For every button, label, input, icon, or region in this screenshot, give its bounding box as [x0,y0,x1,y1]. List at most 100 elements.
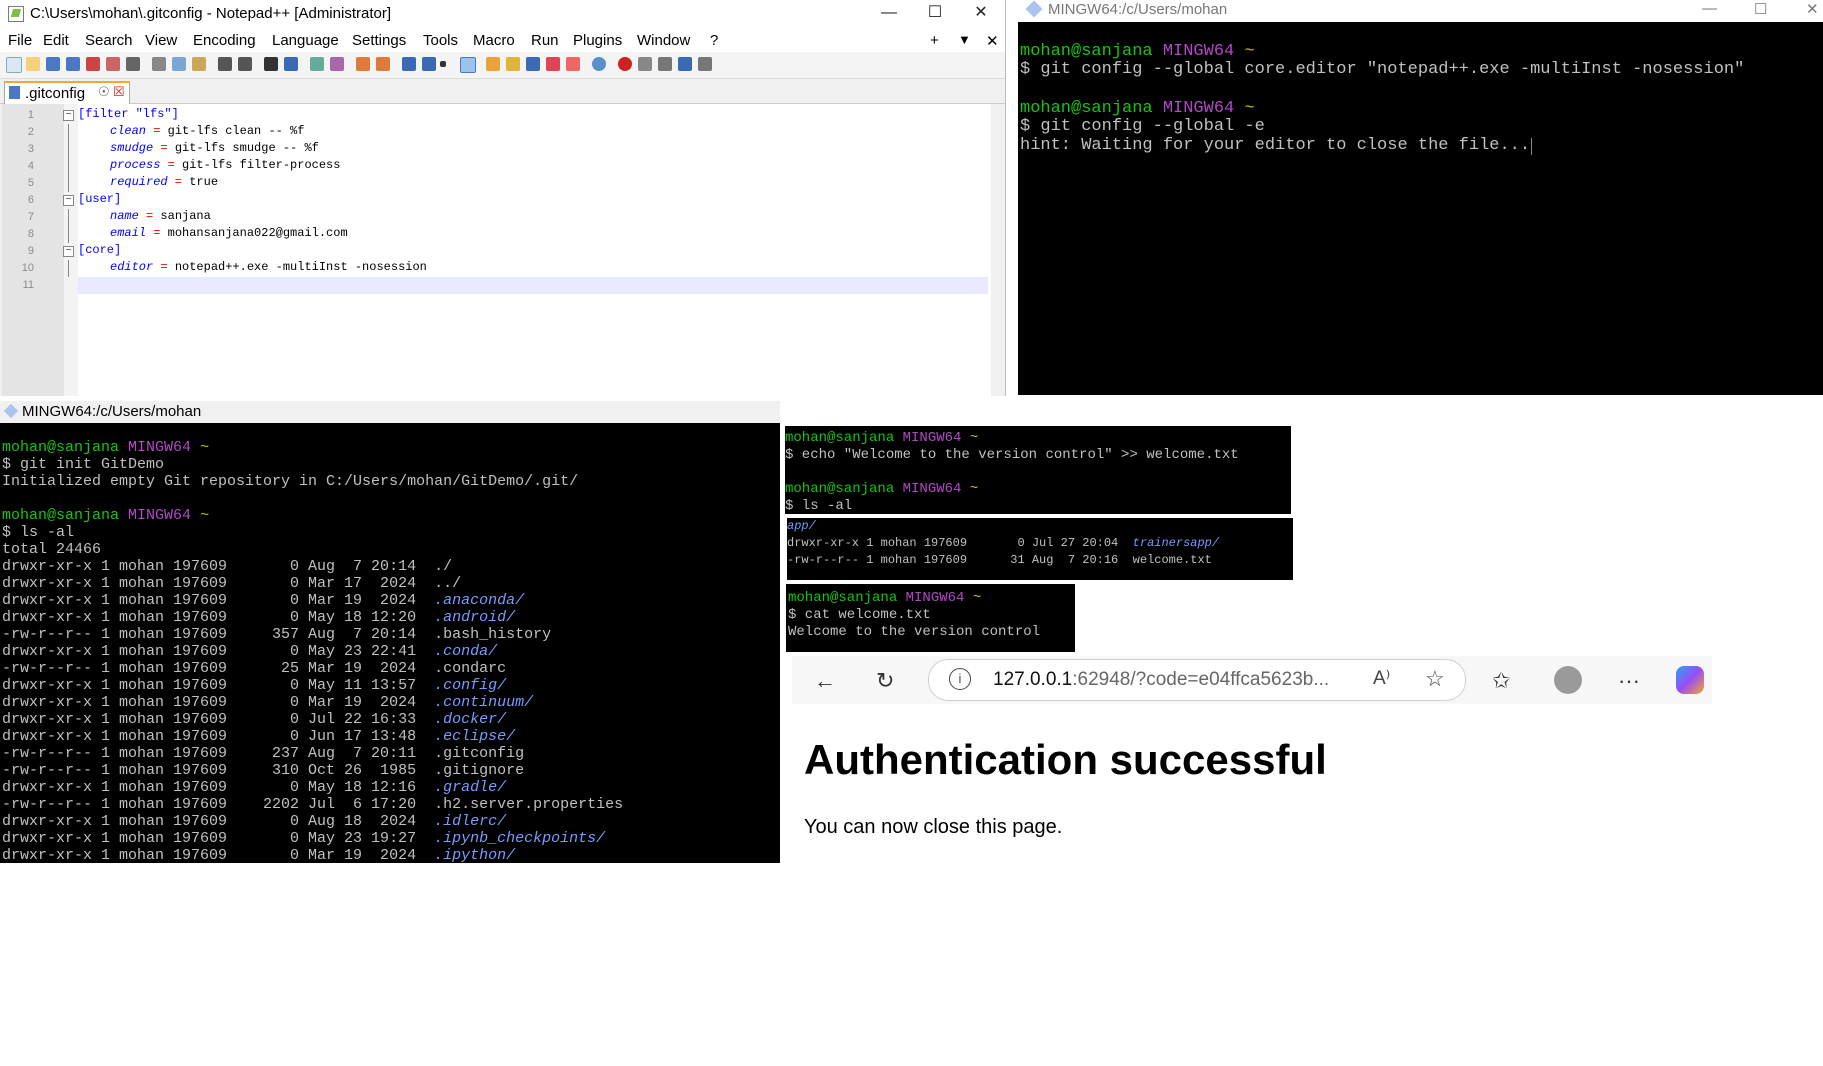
tab-close-icon[interactable]: ☒ [113,84,125,100]
menu-encoding[interactable]: Encoding [193,32,256,49]
info-icon[interactable]: i [949,668,971,690]
menu-search[interactable]: Search [85,32,133,49]
menu-view[interactable]: View [145,32,177,49]
back-icon[interactable]: ← [814,668,836,694]
mingw-icon [3,403,19,419]
listing-row: -rw-r--r-- 1 mohan 197609 2202 Jul 6 17:… [2,796,624,813]
folder-workspace-icon[interactable] [566,57,580,71]
mingw-icon [1025,0,1043,18]
profile-avatar-icon[interactable] [1554,666,1582,694]
copilot-icon[interactable] [1676,666,1704,694]
terminal-title: MINGW64:/c/Users/mohan [22,403,202,420]
run-macro-multiple-icon[interactable] [678,57,692,71]
tab-gitconfig[interactable]: .gitconfig ☉ ☒ [4,81,130,105]
menu-tools[interactable]: Tools [423,32,458,49]
fold-toggle-icon[interactable]: − [63,110,74,121]
terminal-console[interactable]: mohan@sanjana MINGW64 ~ $ git init GitDe… [0,423,780,864]
terminal-title: MINGW64:/c/Users/mohan [1048,1,1228,18]
paste-icon[interactable] [192,57,206,71]
tab-label: .gitconfig [25,85,86,102]
fold-line [68,141,69,158]
address-bar[interactable]: i 127.0.0.1:62948/?code=e04ffca5623b... … [928,659,1466,701]
code-line: smudge = git-lfs smudge -- %f [110,141,319,155]
sync-h-icon[interactable] [376,57,390,71]
print-icon[interactable] [126,57,140,71]
minimize-icon[interactable]: — [1702,0,1717,17]
maximize-icon[interactable]: ☐ [912,0,958,28]
redo-icon[interactable] [238,57,252,71]
line-number: 2 [27,126,34,138]
menu-edit[interactable]: Edit [43,32,69,49]
favorites-icon[interactable]: ✩ [1492,668,1510,694]
menu-help[interactable]: ? [710,32,718,49]
zoom-out-icon[interactable] [330,57,344,71]
fold-toggle-icon[interactable]: − [63,246,74,257]
notepadpp-app-icon [8,6,24,22]
sync-v-icon[interactable] [356,57,370,71]
fold-toggle-icon[interactable]: − [63,195,74,206]
code-line: process = git-lfs filter-process [110,158,341,172]
save-all-icon[interactable] [66,57,80,71]
pin-icon[interactable]: ☉ [98,84,110,100]
fold-line [68,158,69,175]
maximize-icon[interactable]: ☐ [1754,0,1767,18]
close-icon[interactable]: ✕ [1806,0,1819,18]
word-wrap-icon[interactable] [402,57,416,71]
command-line: $ cat welcome.txt [788,607,931,623]
refresh-icon[interactable]: ↻ [876,668,894,694]
undo-icon[interactable] [218,57,232,71]
menu-run[interactable]: Run [531,32,559,49]
menu-language[interactable]: Language [272,32,339,49]
line-number: 10 [21,262,34,274]
udl-icon[interactable] [486,57,500,71]
output-line: Initialized empty Git repository in C:/U… [2,473,579,490]
menu-macro[interactable]: Macro [473,32,515,49]
dropdown-icon[interactable] [440,61,446,67]
close-file-icon[interactable] [86,57,100,71]
favorite-star-icon[interactable]: ☆ [1425,666,1445,692]
indent-guide-icon[interactable] [460,57,476,73]
more-options-icon[interactable]: ··· [1618,668,1640,694]
doc-list-icon[interactable] [526,57,540,71]
code-line: name = sanjana [110,209,211,223]
listing-row: drwxr-xr-x 1 mohan 197609 0 May 18 12:16… [2,779,507,796]
line-number: 9 [27,245,34,257]
add-tab-icon[interactable]: + [930,32,939,49]
zoom-in-icon[interactable] [310,57,324,71]
record-macro-icon[interactable] [618,57,632,71]
play-macro-icon[interactable] [658,57,672,71]
replace-icon[interactable] [284,57,298,71]
line-number: 1 [27,109,34,121]
output-line: Welcome to the version control [788,624,1041,640]
read-aloud-icon[interactable]: A⁾ [1373,667,1390,690]
new-file-icon[interactable] [6,57,22,73]
minimize-icon[interactable]: — [866,0,912,28]
notepadpp-window: C:\Users\mohan\.gitconfig - Notepad++ [A… [0,0,1006,396]
menu-plugins[interactable]: Plugins [573,32,622,49]
close-doc-icon[interactable]: ✕ [986,32,999,50]
cut-icon[interactable] [152,57,166,71]
close-icon[interactable]: ✕ [958,0,1004,28]
save-icon[interactable] [46,57,60,71]
menu-settings[interactable]: Settings [352,32,406,49]
menu-file[interactable]: File [8,32,32,49]
show-all-chars-icon[interactable] [422,57,436,71]
stop-macro-icon[interactable] [638,57,652,71]
monitoring-icon[interactable] [592,57,606,71]
doc-map-icon[interactable] [506,57,520,71]
browser-window: ← ↻ i 127.0.0.1:62948/?code=e04ffca5623b… [792,656,1712,870]
vertical-scrollbar[interactable] [991,104,1005,396]
listing-row: drwxr-xr-x 1 mohan 197609 0 Jun 17 13:48… [2,728,516,745]
code-line: clean = git-lfs clean -- %f [110,124,305,138]
find-icon[interactable] [264,57,278,71]
open-file-icon[interactable] [26,57,40,71]
terminal-console[interactable]: mohan@sanjana MINGW64 ~ $ git config --g… [1018,22,1823,395]
menu-window[interactable]: Window [637,32,690,49]
close-all-icon[interactable] [106,57,120,71]
tab-list-icon[interactable]: ▼ [958,32,971,47]
code-editor[interactable]: 1− [filter "lfs"] 2 clean = git-lfs clean -… [2,104,991,396]
function-list-icon[interactable] [546,57,560,71]
file-icon [9,86,20,99]
save-macro-icon[interactable] [698,57,712,71]
copy-icon[interactable] [172,57,186,71]
